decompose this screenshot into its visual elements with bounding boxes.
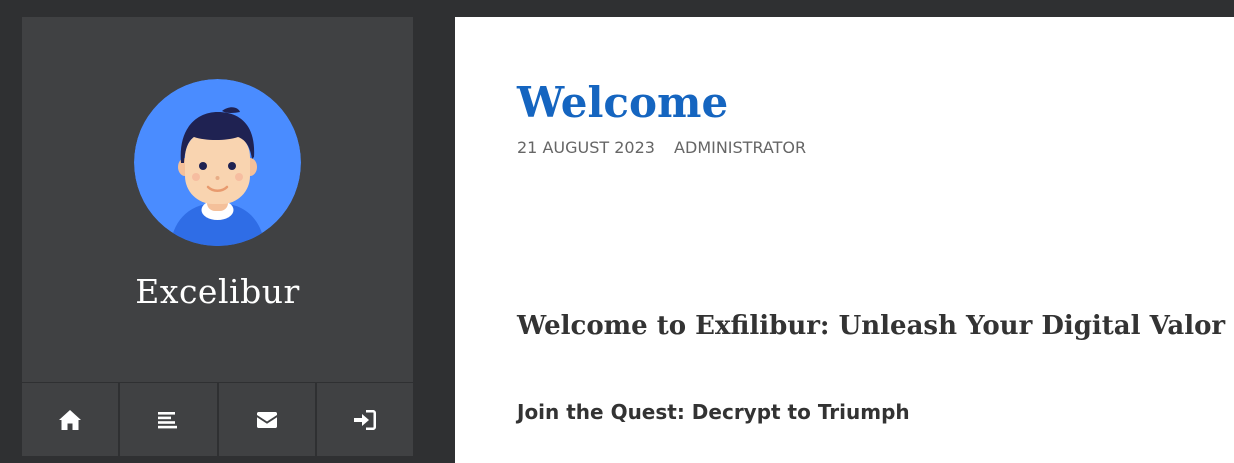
nav-posts-button[interactable] (120, 383, 219, 457)
site-title[interactable]: Excelibur (22, 272, 413, 311)
home-icon (58, 409, 82, 431)
post-title[interactable]: Welcome (517, 75, 728, 131)
sidebar: Excelibur (22, 17, 413, 457)
post-meta: 21 AUGUST 2023 ADMINISTRATOR (517, 138, 806, 157)
nav-home-button[interactable] (22, 383, 121, 457)
align-left-icon (158, 411, 178, 429)
nav-contact-button[interactable] (219, 383, 317, 457)
nav-login-button[interactable] (317, 383, 413, 457)
sidebar-nav (22, 382, 413, 457)
post-date[interactable]: 21 AUGUST 2023 (517, 138, 655, 157)
post-heading: Welcome to Exfilibur: Unleash Your Digit… (517, 311, 1226, 341)
page: Excelibur Welcome 21 AUGUST 2023 ADMINIS… (0, 0, 1234, 463)
post-author[interactable]: ADMINISTRATOR (674, 138, 806, 157)
main-content: Welcome 21 AUGUST 2023 ADMINISTRATOR Wel… (455, 17, 1234, 463)
sign-in-icon (353, 409, 377, 431)
user-avatar-icon[interactable] (134, 79, 301, 246)
envelope-icon (256, 412, 277, 428)
post-subheading: Join the Quest: Decrypt to Triumph (517, 400, 910, 424)
